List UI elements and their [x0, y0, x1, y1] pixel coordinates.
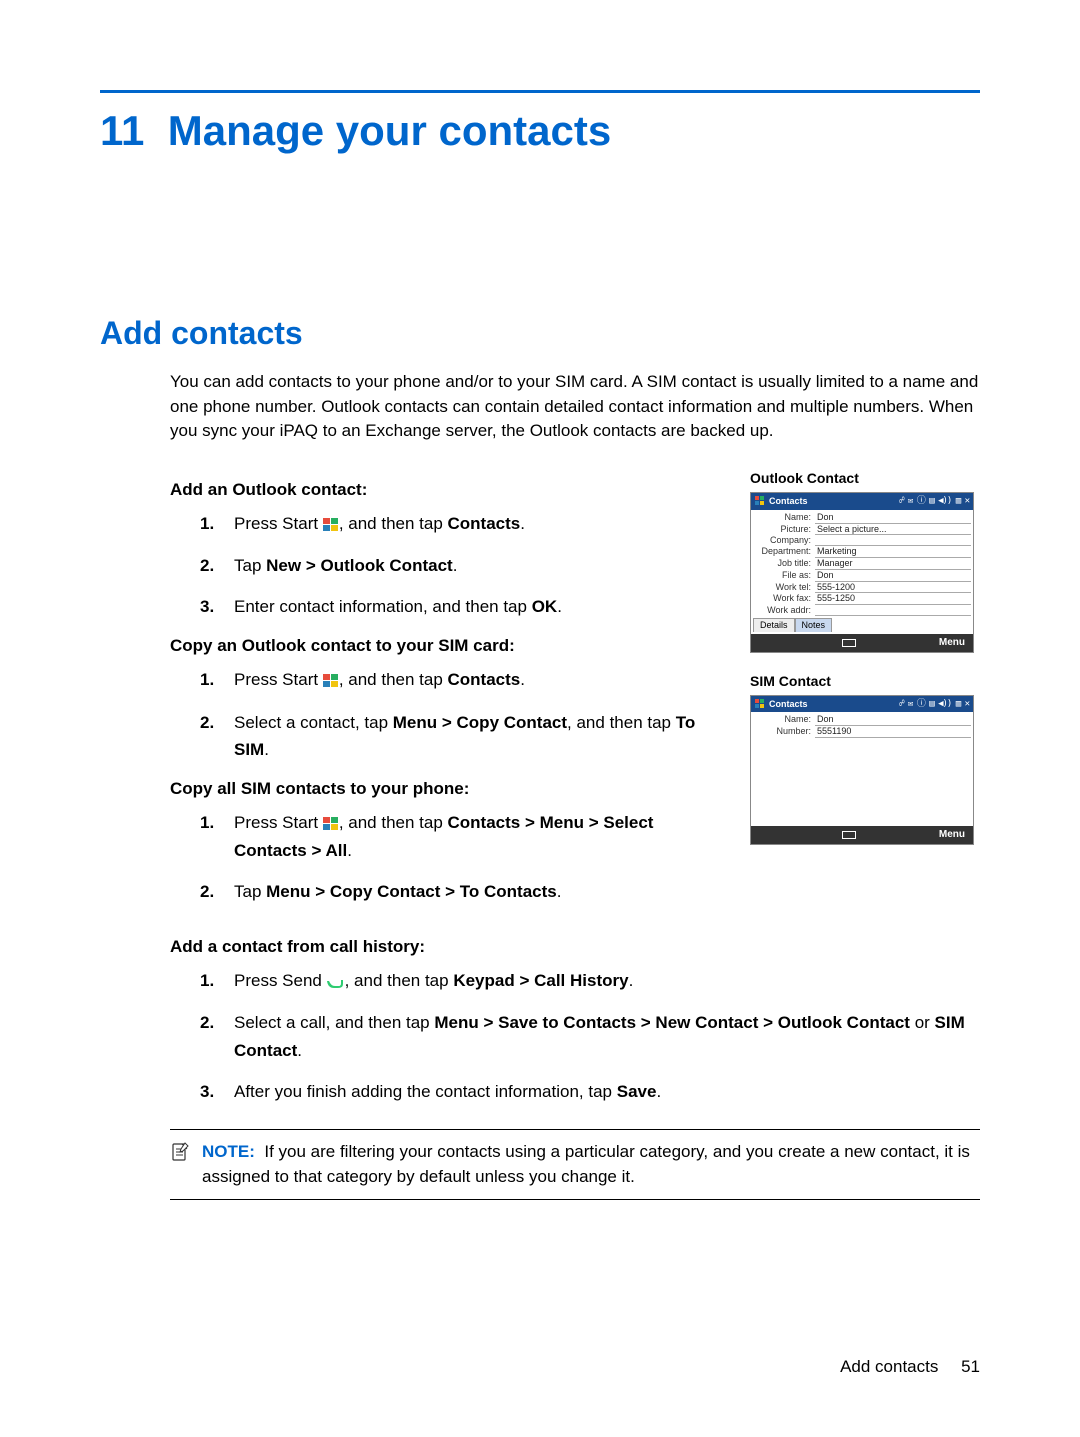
mock-form-body: Name:Don Number:5551190 — [751, 712, 973, 826]
task-heading-call-history: Add a contact from call history: — [170, 937, 980, 957]
chapter-rule — [100, 90, 980, 93]
page-footer: Add contacts 51 — [840, 1357, 980, 1377]
status-icons: ☍ ✉ ⓘ ▤ ◀)) ▥ ✕ — [899, 496, 969, 507]
list-item: 2. Tap New > Outlook Contact. — [200, 552, 724, 579]
note-text: NOTE: If you are filtering your contacts… — [202, 1140, 980, 1189]
list-item: 1. Press Start , and then tap Contacts. — [200, 510, 724, 538]
screenshot-label-outlook: Outlook Contact — [750, 470, 980, 486]
start-icon — [323, 810, 339, 837]
mock-bottombar: Menu — [751, 826, 973, 844]
note-rule — [170, 1129, 980, 1130]
section-body: You can add contacts to your phone and/o… — [170, 370, 980, 1105]
chapter-number: 11 — [100, 107, 144, 154]
steps-copy-all-sim: 1. Press Start , and then tap Contacts >… — [200, 809, 724, 905]
mock-form-body: Name:Don Picture:Select a picture... Com… — [751, 510, 973, 634]
section-title: Add contacts — [100, 315, 980, 352]
task-heading-copy-all-sim: Copy all SIM contacts to your phone: — [170, 779, 724, 799]
mock-titlebar: Contacts ☍ ✉ ⓘ ▤ ◀)) ▥ ✕ — [751, 493, 973, 510]
screenshot-label-sim: SIM Contact — [750, 673, 980, 689]
footer-page-number: 51 — [961, 1357, 980, 1376]
list-item: 1. Press Send , and then tap Keypad > Ca… — [200, 967, 980, 995]
start-icon — [323, 511, 339, 538]
sim-contact-screenshot: Contacts ☍ ✉ ⓘ ▤ ◀)) ▥ ✕ Name:Don Number… — [750, 695, 974, 846]
chapter-title-text: Manage your contacts — [168, 107, 611, 154]
two-column-layout: Add an Outlook contact: 1. Press Start ,… — [170, 464, 980, 921]
status-icons: ☍ ✉ ⓘ ▤ ◀)) ▥ ✕ — [899, 699, 969, 710]
mock-bottombar: Menu — [751, 634, 973, 652]
task-heading-copy-to-sim: Copy an Outlook contact to your SIM card… — [170, 636, 724, 656]
list-item: 2. Tap Menu > Copy Contact > To Contacts… — [200, 878, 724, 905]
note-icon — [170, 1140, 192, 1189]
steps-copy-to-sim: 1. Press Start , and then tap Contacts. … — [200, 666, 724, 762]
list-item: 3. Enter contact information, and then t… — [200, 593, 724, 620]
send-icon — [327, 968, 345, 995]
windows-flag-icon — [755, 699, 765, 709]
note-rule — [170, 1199, 980, 1200]
intro-paragraph: You can add contacts to your phone and/o… — [170, 370, 980, 444]
chapter-title: 11 Manage your contacts — [100, 107, 980, 155]
start-icon — [323, 667, 339, 694]
steps-add-outlook: 1. Press Start , and then tap Contacts. … — [200, 510, 724, 620]
mock-tabs: Details Notes — [751, 616, 973, 632]
instructions-column: Add an Outlook contact: 1. Press Start ,… — [170, 464, 724, 921]
keyboard-icon — [842, 831, 856, 839]
keyboard-icon — [842, 639, 856, 647]
note-block: NOTE: If you are filtering your contacts… — [170, 1129, 980, 1200]
outlook-contact-screenshot: Contacts ☍ ✉ ⓘ ▤ ◀)) ▥ ✕ Name:Don Pictur… — [750, 492, 974, 653]
list-item: 2. Select a contact, tap Menu > Copy Con… — [200, 709, 724, 763]
document-page: 11 Manage your contacts Add contacts You… — [0, 0, 1080, 1437]
task-heading-add-outlook: Add an Outlook contact: — [170, 480, 724, 500]
list-item: 2. Select a call, and then tap Menu > Sa… — [200, 1009, 980, 1063]
list-item: 3. After you finish adding the contact i… — [200, 1078, 980, 1105]
list-item: 1. Press Start , and then tap Contacts. — [200, 666, 724, 694]
footer-section-name: Add contacts — [840, 1357, 938, 1376]
mock-titlebar: Contacts ☍ ✉ ⓘ ▤ ◀)) ▥ ✕ — [751, 696, 973, 713]
windows-flag-icon — [755, 496, 765, 506]
steps-call-history: 1. Press Send , and then tap Keypad > Ca… — [200, 967, 980, 1105]
screenshots-column: Outlook Contact Contacts ☍ ✉ ⓘ ▤ ◀)) ▥ ✕… — [750, 464, 980, 866]
list-item: 1. Press Start , and then tap Contacts >… — [200, 809, 724, 864]
